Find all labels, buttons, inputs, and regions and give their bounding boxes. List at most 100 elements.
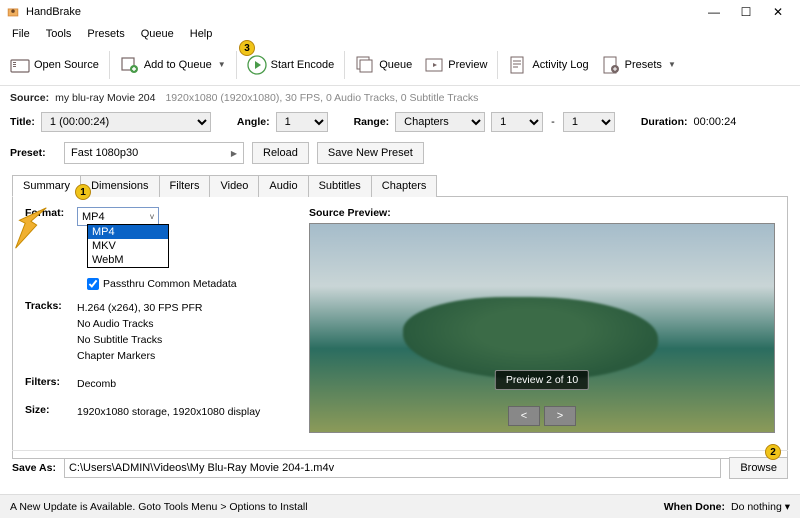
tab-panel-summary: Format: MP4 v MP4 MKV WebM Passthru Comm…	[12, 197, 788, 459]
arrow-annotation	[6, 204, 54, 252]
open-source-button[interactable]: Open Source	[6, 55, 103, 75]
close-button[interactable]: ✕	[762, 1, 794, 23]
maximize-button[interactable]: ☐	[730, 1, 762, 23]
chevron-down-icon: v	[150, 212, 154, 221]
track-item: No Subtitle Tracks	[77, 332, 202, 348]
preview-badge: Preview 2 of 10	[495, 370, 589, 390]
tab-summary[interactable]: Summary	[12, 175, 81, 197]
format-option-mp4[interactable]: MP4	[88, 225, 168, 239]
size-label: Size:	[25, 404, 77, 416]
angle-select[interactable]: 1	[276, 112, 328, 132]
chevron-right-icon: ▶	[231, 149, 237, 158]
minimize-button[interactable]: —	[698, 1, 730, 23]
activity-label: Activity Log	[532, 59, 588, 71]
app-icon	[6, 5, 20, 19]
queue-label: Queue	[379, 59, 412, 71]
activity-button[interactable]: Activity Log	[504, 55, 592, 75]
summary-right: Source Preview: Preview 2 of 10 < >	[309, 207, 775, 448]
tabs: Summary Dimensions Filters Video Audio S…	[12, 174, 788, 197]
add-queue-button[interactable]: Add to Queue ▼	[116, 55, 230, 75]
presets-label: Presets	[625, 59, 662, 71]
add-queue-label: Add to Queue	[144, 59, 212, 71]
menu-tools[interactable]: Tools	[38, 26, 80, 42]
preset-combo[interactable]: Fast 1080p30 ▶	[64, 142, 244, 164]
update-notice: A New Update is Available. Goto Tools Me…	[10, 501, 308, 513]
dash: -	[551, 116, 555, 128]
title-row: Title: 1 (00:00:24) Angle: 1 Range: Chap…	[0, 110, 800, 138]
track-item: Chapter Markers	[77, 348, 202, 364]
play-icon	[247, 55, 267, 75]
separator	[109, 51, 110, 79]
format-option-webm[interactable]: WebM	[88, 253, 168, 267]
title-select[interactable]: 1 (00:00:24)	[41, 112, 211, 132]
source-name: my blu-ray Movie 204	[55, 92, 155, 104]
start-encode-button[interactable]: Start Encode	[243, 55, 339, 75]
app-title: HandBrake	[26, 6, 698, 18]
callout-3: 3	[239, 40, 255, 56]
preview-next-button[interactable]: >	[544, 406, 576, 426]
preview-image: Preview 2 of 10 < >	[309, 223, 775, 433]
tab-video[interactable]: Video	[209, 175, 259, 197]
reload-button[interactable]: Reload	[252, 142, 309, 164]
chevron-down-icon: ▼	[218, 60, 226, 69]
save-as-label: Save As:	[12, 462, 56, 474]
menu-presets[interactable]: Presets	[79, 26, 132, 42]
presets-button[interactable]: Presets ▼	[597, 55, 680, 75]
format-value: MP4	[82, 211, 105, 223]
tab-filters[interactable]: Filters	[159, 175, 211, 197]
save-path-input[interactable]	[64, 458, 721, 478]
chapter-from-select[interactable]: 1	[491, 112, 543, 132]
presets-icon	[601, 55, 621, 75]
whendone-select[interactable]: Do nothing ▾	[731, 501, 790, 513]
preview-content	[403, 297, 658, 380]
menu-help[interactable]: Help	[182, 26, 221, 42]
tab-audio[interactable]: Audio	[258, 175, 308, 197]
tab-container: Summary Dimensions Filters Video Audio S…	[0, 174, 800, 459]
size-value: 1920x1080 storage, 1920x1080 display	[77, 404, 260, 420]
tab-dimensions[interactable]: Dimensions	[80, 175, 159, 197]
format-option-mkv[interactable]: MKV	[88, 239, 168, 253]
tab-chapters[interactable]: Chapters	[371, 175, 438, 197]
whendone-label: When Done:	[664, 501, 725, 513]
save-preset-button[interactable]: Save New Preset	[317, 142, 424, 164]
activity-icon	[508, 55, 528, 75]
passthru-label: Passthru Common Metadata	[103, 278, 237, 290]
track-item: No Audio Tracks	[77, 316, 202, 332]
open-source-icon	[10, 55, 30, 75]
save-row: Save As: Browse	[12, 450, 788, 479]
format-dropdown: MP4 MKV WebM	[87, 224, 169, 268]
preview-prev-button[interactable]: <	[508, 406, 540, 426]
separator	[236, 51, 237, 79]
menu-queue[interactable]: Queue	[133, 26, 182, 42]
range-type-select[interactable]: Chapters	[395, 112, 485, 132]
statusbar: A New Update is Available. Goto Tools Me…	[0, 494, 800, 518]
callout-1: 1	[75, 184, 91, 200]
angle-label: Angle:	[237, 116, 270, 128]
preview-icon	[424, 55, 444, 75]
chevron-down-icon: ▼	[668, 60, 676, 69]
track-item: H.264 (x264), 30 FPS PFR	[77, 300, 202, 316]
duration-value: 00:00:24	[694, 116, 737, 128]
browse-button[interactable]: Browse	[729, 457, 788, 479]
menu-file[interactable]: File	[4, 26, 38, 42]
queue-button[interactable]: Queue	[351, 55, 416, 75]
tab-subtitles[interactable]: Subtitles	[308, 175, 372, 197]
tracks-list: H.264 (x264), 30 FPS PFR No Audio Tracks…	[77, 300, 202, 364]
filters-label: Filters:	[25, 376, 77, 388]
preset-value: Fast 1080p30	[71, 147, 138, 159]
separator	[497, 51, 498, 79]
duration-label: Duration:	[641, 116, 688, 128]
passthru-checkbox[interactable]	[87, 278, 99, 290]
preset-row: Preset: Fast 1080p30 ▶ Reload Save New P…	[0, 138, 800, 174]
filters-value: Decomb	[77, 376, 116, 392]
preview-label: Preview	[448, 59, 487, 71]
tracks-label: Tracks:	[25, 300, 77, 312]
summary-left: Format: MP4 v MP4 MKV WebM Passthru Comm…	[25, 207, 285, 448]
source-label: Source:	[10, 92, 49, 104]
separator	[344, 51, 345, 79]
preview-label: Source Preview:	[309, 207, 775, 219]
range-label: Range:	[354, 116, 390, 128]
chapter-to-select[interactable]: 1	[563, 112, 615, 132]
preview-button[interactable]: Preview	[420, 55, 491, 75]
open-source-label: Open Source	[34, 59, 99, 71]
